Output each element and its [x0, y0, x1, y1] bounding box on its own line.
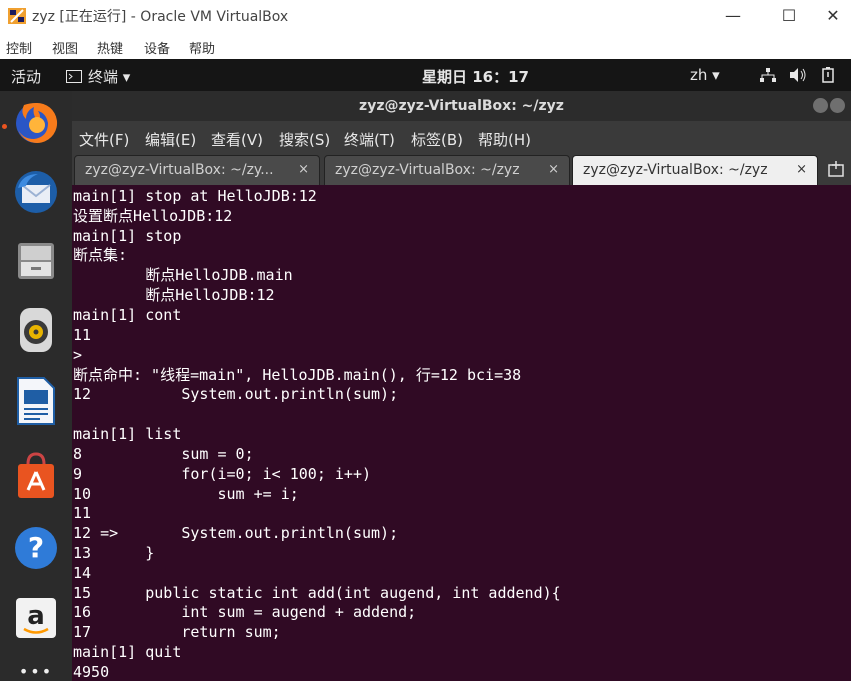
software-bag-icon: [18, 452, 54, 498]
terminal-line: main[1] stop at HelloJDB:12: [73, 187, 317, 205]
clock[interactable]: 星期日 16：17: [422, 66, 529, 87]
writer-launcher[interactable]: [9, 374, 63, 428]
amazon-launcher[interactable]: a: [9, 591, 63, 645]
menu-edit[interactable]: 编辑(E): [145, 129, 196, 150]
tab-close-button[interactable]: ×: [796, 156, 807, 184]
terminal-line: 15 public static int add(int augend, int…: [73, 584, 561, 602]
host-menu-hotkeys[interactable]: 热键: [97, 38, 123, 57]
close-button[interactable]: ✕: [818, 4, 848, 28]
firefox-icon: [16, 102, 58, 143]
help-launcher[interactable]: ?: [9, 521, 63, 575]
minimize-button[interactable]: —: [718, 4, 748, 28]
files-icon: [18, 243, 54, 279]
terminal-window-buttons: [813, 98, 845, 113]
new-tab-icon[interactable]: [827, 160, 845, 178]
terminal-line: 12 => System.out.println(sum);: [73, 524, 399, 542]
network-icon[interactable]: [760, 68, 776, 82]
terminal-line: 断点HelloJDB:12: [73, 286, 275, 304]
ubuntu-top-bar: 活动 终端 ▾ 星期日 16：17 zh ▾: [0, 59, 851, 91]
app-menu-label: 终端 ▾: [88, 68, 131, 86]
active-indicator: [2, 124, 7, 129]
rhythmbox-icon: [20, 308, 52, 352]
menu-tabs[interactable]: 标签(B): [411, 129, 463, 150]
terminal-line: 8 sum = 0;: [73, 445, 254, 463]
terminal-line: 11: [73, 326, 92, 344]
terminal-tab-1[interactable]: zyz@zyz-VirtualBox: ~/zy... ×: [74, 155, 320, 185]
writer-document-icon: [17, 377, 55, 425]
menu-terminal[interactable]: 终端(T): [344, 129, 395, 150]
app-menu[interactable]: 终端 ▾: [66, 66, 130, 87]
menu-view[interactable]: 查看(V): [211, 129, 263, 150]
terminal-line: main[1] list: [73, 425, 182, 443]
terminal-line: >: [73, 346, 83, 364]
files-launcher[interactable]: [9, 234, 63, 288]
terminal-menu-bar: 文件(F) 编辑(E) 查看(V) 搜索(S) 终端(T) 标签(B) 帮助(H…: [72, 121, 851, 155]
terminal-line: 断点命中: "线程=main", HelloJDB.main(), 行=12 b…: [73, 366, 522, 384]
terminal-window-title: zyz@zyz-VirtualBox: ~/zyz: [359, 98, 564, 114]
maximize-button[interactable]: ☐: [774, 4, 804, 28]
terminal-line: 12 System.out.println(sum);: [73, 385, 399, 403]
host-menu-help[interactable]: 帮助: [189, 38, 215, 57]
host-menu-control[interactable]: 控制: [6, 38, 32, 57]
terminal-tab-3[interactable]: zyz@zyz-VirtualBox: ~/zyz ×: [572, 155, 818, 185]
input-method-indicator[interactable]: zh ▾: [690, 66, 720, 84]
thunderbird-launcher[interactable]: [9, 165, 63, 219]
menu-search[interactable]: 搜索(S): [279, 129, 330, 150]
terminal-line: 设置断点HelloJDB:12: [73, 207, 233, 225]
thunderbird-icon: [15, 171, 57, 213]
tab-label: zyz@zyz-VirtualBox: ~/zyz: [335, 162, 520, 178]
rhythmbox-launcher[interactable]: [9, 303, 63, 357]
host-title-bar: zyz [正在运行] - Oracle VM VirtualBox — ☐ ✕: [0, 0, 851, 33]
menu-help[interactable]: 帮助(H): [478, 129, 531, 150]
terminal-line: 断点集:: [73, 246, 128, 264]
ubuntu-dock: ? a •••: [0, 91, 72, 681]
terminal-line: 11: [73, 504, 92, 522]
terminal-title-bar: zyz@zyz-VirtualBox: ~/zyz: [72, 91, 851, 121]
help-question-icon: ?: [15, 527, 57, 569]
tab-label: zyz@zyz-VirtualBox: ~/zy...: [85, 162, 274, 178]
volume-icon[interactable]: [790, 68, 807, 82]
svg-text:a: a: [27, 601, 45, 631]
power-icon[interactable]: [822, 67, 834, 83]
terminal-line: 4950: [73, 663, 110, 681]
activities-button[interactable]: 活动: [11, 66, 41, 87]
virtualbox-icon: [8, 8, 26, 24]
tab-close-button[interactable]: ×: [298, 156, 309, 184]
terminal-minimize-button[interactable]: [813, 98, 828, 113]
terminal-close-button[interactable]: [830, 98, 845, 113]
terminal-line: 9 for(i=0; i< 100; i++): [73, 465, 372, 483]
tab-label: zyz@zyz-VirtualBox: ~/zyz: [583, 162, 768, 178]
terminal-line: 10 sum += i;: [73, 485, 299, 503]
terminal-line: 13 }: [73, 544, 155, 562]
terminal-tab-2[interactable]: zyz@zyz-VirtualBox: ~/zyz ×: [324, 155, 570, 185]
firefox-launcher[interactable]: [9, 96, 63, 150]
host-menu-bar: 控制 视图 热键 设备 帮助: [0, 33, 851, 59]
host-window-title: zyz [正在运行] - Oracle VM VirtualBox: [32, 9, 289, 25]
amazon-icon: a: [16, 598, 56, 638]
show-applications-button[interactable]: •••: [9, 644, 63, 681]
terminal-line: 断点HelloJDB.main: [73, 266, 293, 284]
terminal-output[interactable]: main[1] stop at HelloJDB:12 设置断点HelloJDB…: [72, 185, 851, 681]
terminal-line: main[1] stop: [73, 227, 182, 245]
terminal-line: 14: [73, 564, 92, 582]
ubuntu-software-launcher[interactable]: [9, 449, 63, 503]
host-menu-devices[interactable]: 设备: [144, 38, 170, 57]
svg-text:?: ?: [28, 531, 44, 564]
menu-file[interactable]: 文件(F): [79, 129, 129, 150]
terminal-line: main[1] cont: [73, 306, 182, 324]
terminal-tab-bar: zyz@zyz-VirtualBox: ~/zy... × zyz@zyz-Vi…: [72, 155, 851, 185]
terminal-line: main[1] quit: [73, 643, 182, 661]
tab-close-button[interactable]: ×: [548, 156, 559, 184]
terminal-line: 17 return sum;: [73, 623, 281, 641]
terminal-app-icon: [66, 70, 82, 83]
host-menu-view[interactable]: 视图: [52, 38, 78, 57]
terminal-line: 16 int sum = augend + addend;: [73, 603, 417, 621]
